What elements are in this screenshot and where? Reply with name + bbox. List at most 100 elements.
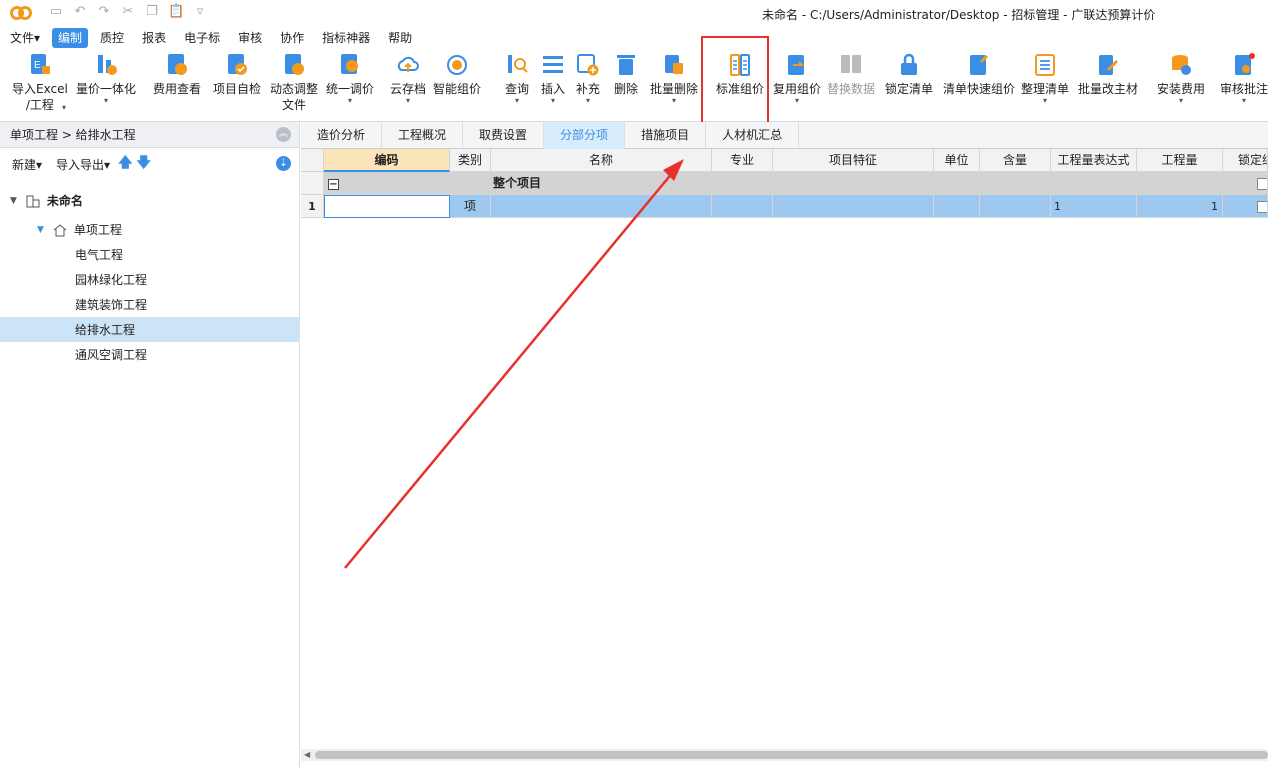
col-name[interactable]: 名称 [491, 149, 712, 172]
review-note-icon [1235, 53, 1255, 75]
grid-summary-row[interactable]: − 整个项目 [301, 172, 1268, 195]
row-qty[interactable]: 1 [1137, 195, 1223, 218]
lock-checkbox[interactable] [1257, 177, 1267, 190]
menu-bar: 文件▾ 编制 质控 报表 电子标 审核 协作 指标神器 帮助 [0, 28, 1268, 48]
quick-pricing-button[interactable]: 清单快速组价 [943, 52, 1015, 97]
collapse-triangle-icon[interactable]: ▼ [37, 225, 44, 235]
search-icon [508, 55, 528, 73]
window-title: 未命名 - C:/Users/Administrator/Desktop - 招… [762, 8, 1156, 22]
download-icon[interactable]: ⇣ [276, 156, 291, 171]
save-icon[interactable]: ▭ [48, 4, 64, 19]
tree-item-electrical[interactable]: 电气工程 [0, 242, 299, 267]
paste-icon[interactable]: 📋 [168, 4, 184, 19]
collapse-triangle-icon[interactable]: ▼ [10, 196, 17, 206]
menu-report[interactable]: 报表 [136, 28, 172, 48]
reuse-icon [788, 55, 805, 75]
project-tree-panel: 单项工程 > 给排水工程 ︽ 新建▾ 导入导出▾ 🡅 🡇 ⇣ ▼ 未命名 ▼ 单… [0, 122, 300, 768]
row-name[interactable] [491, 195, 712, 218]
row-qty-expr[interactable]: 1 [1051, 195, 1137, 218]
col-code[interactable]: 编码 [324, 149, 450, 172]
tab-measures[interactable]: 措施项目 [625, 122, 707, 149]
tree-single-project[interactable]: ▼ 单项工程 [0, 217, 299, 242]
install-fee-button[interactable]: 安装费用 ▾ [1157, 52, 1205, 105]
tab-fee-settings[interactable]: 取费设置 [463, 122, 545, 149]
import-excel-button[interactable]: E 导入Excel /工程 ▾ [12, 52, 68, 113]
menu-ebid[interactable]: 电子标 [178, 28, 226, 48]
menu-help[interactable]: 帮助 [382, 28, 418, 48]
col-type[interactable]: 类别 [450, 149, 491, 172]
query-button[interactable]: 查询 ▾ [505, 52, 529, 105]
move-down-icon[interactable]: 🡇 [136, 152, 150, 176]
tab-labor-material[interactable]: 人材机汇总 [706, 122, 800, 149]
horizontal-scrollbar[interactable]: ◀ [301, 749, 1268, 761]
col-unit[interactable]: 单位 [934, 149, 980, 172]
col-qty-expr[interactable]: 工程量表达式 [1051, 149, 1137, 172]
replace-data-button[interactable]: 替换数据 [827, 52, 875, 97]
cloud-archive-button[interactable]: 云存档 ▾ [390, 52, 426, 105]
organize-list-button[interactable]: 整理清单 ▾ [1021, 52, 1069, 105]
quick-access-toolbar: ▭ ↶ ↷ ✂ ❐ 📋 ▿ [48, 4, 208, 19]
row-unit[interactable] [934, 195, 980, 218]
chevron-down-icon[interactable]: ▿ [192, 4, 208, 19]
dynamic-adjust-button[interactable]: 动态调整 文件 [270, 52, 318, 113]
self-check-button[interactable]: 项目自检 [213, 52, 261, 97]
menu-collab[interactable]: 协作 [274, 28, 310, 48]
lock-list-button[interactable]: 锁定清单 [885, 52, 933, 97]
smart-pricing-button[interactable]: 智能组价 [433, 52, 481, 97]
item-grid: 编码 类别 名称 专业 项目特征 单位 含量 工程量表达式 工程量 锁定综合 −… [301, 149, 1268, 749]
title-bar: ▭ ↶ ↷ ✂ ❐ 📋 ▿ 未命名 - C:/Users/Administrat… [0, 0, 1268, 28]
row-feature[interactable] [773, 195, 934, 218]
replace-icon [841, 55, 861, 73]
supplement-button[interactable]: 补充 ▾ [576, 52, 600, 105]
cut-icon[interactable]: ✂ [120, 4, 136, 19]
lock-checkbox[interactable] [1257, 201, 1267, 213]
insert-icon [543, 56, 563, 73]
reuse-pricing-button[interactable]: 复用组价 ▾ [773, 52, 821, 105]
tree-item-decoration[interactable]: 建筑装饰工程 [0, 292, 299, 317]
code-input[interactable] [324, 195, 450, 218]
row-type[interactable]: 项 [450, 195, 491, 218]
batch-delete-button[interactable]: 批量删除 ▾ [650, 52, 698, 105]
unified-price-button[interactable]: 统一调价 ▾ [326, 52, 374, 105]
tree-item-hvac[interactable]: 通风空调工程 [0, 342, 299, 367]
tab-cost-analysis[interactable]: 造价分析 [301, 122, 383, 149]
col-locked[interactable]: 锁定综合 [1223, 149, 1268, 172]
delete-button[interactable]: 删除 [614, 52, 638, 97]
scroll-thumb[interactable] [315, 751, 1268, 759]
tab-sub-items[interactable]: 分部分项 [544, 122, 626, 149]
move-up-icon[interactable]: 🡅 [118, 152, 132, 176]
menu-index[interactable]: 指标神器 [316, 28, 376, 48]
import-export-button[interactable]: 导入导出▾ [56, 156, 110, 173]
table-row[interactable]: 1 项 1 1 [301, 195, 1268, 218]
menu-review[interactable]: 审核 [232, 28, 268, 48]
col-qty[interactable]: 工程量 [1137, 149, 1223, 172]
new-button[interactable]: 新建▾ [12, 156, 42, 173]
menu-edit[interactable]: 编制 [52, 28, 89, 48]
corner-cell [301, 149, 324, 172]
check-icon [228, 54, 247, 75]
edit-material-icon [1099, 55, 1119, 75]
collapse-toggle[interactable]: − [328, 179, 339, 190]
copy-icon[interactable]: ❐ [144, 4, 160, 19]
tree-item-plumbing[interactable]: 给排水工程 [0, 317, 299, 342]
tree-item-landscape[interactable]: 园林绿化工程 [0, 267, 299, 292]
fee-view-button[interactable]: 费用查看 [153, 52, 201, 97]
menu-quality[interactable]: 质控 [94, 28, 130, 48]
price-integration-button[interactable]: 量价一体化 ▾ [76, 52, 136, 105]
col-specialty[interactable]: 专业 [712, 149, 773, 172]
tree-root[interactable]: ▼ 未命名 [0, 188, 299, 213]
tab-project-overview[interactable]: 工程概况 [382, 122, 464, 149]
redo-icon[interactable]: ↷ [96, 4, 112, 19]
batch-main-material-button[interactable]: 批量改主材 [1078, 52, 1138, 97]
scroll-left-icon[interactable]: ◀ [304, 749, 310, 761]
fee-view-icon [168, 54, 187, 75]
col-content[interactable]: 含量 [980, 149, 1051, 172]
insert-button[interactable]: 插入 ▾ [541, 52, 565, 105]
review-note-button[interactable]: 审核批注 ▾ [1220, 52, 1268, 105]
menu-file[interactable]: 文件▾ [4, 28, 46, 48]
col-feature[interactable]: 项目特征 [773, 149, 934, 172]
row-specialty[interactable] [712, 195, 773, 218]
collapse-icon[interactable]: ︽ [276, 127, 291, 142]
undo-icon[interactable]: ↶ [72, 4, 88, 19]
row-content[interactable] [980, 195, 1051, 218]
